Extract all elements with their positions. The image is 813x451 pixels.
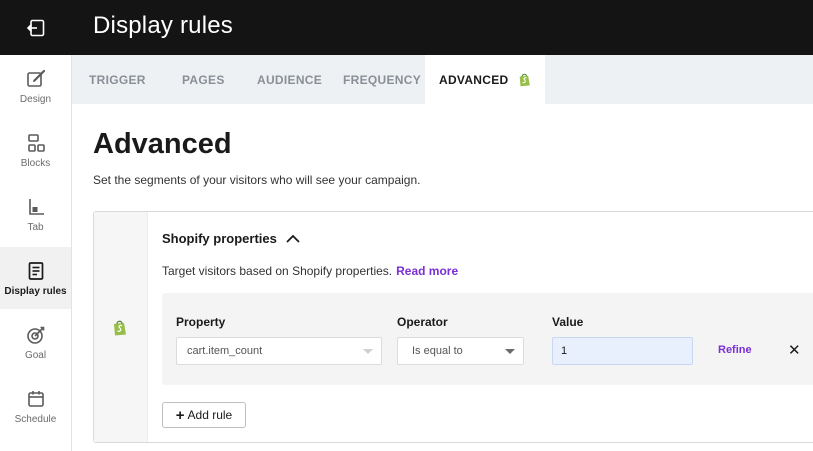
page-title: Advanced <box>93 128 232 160</box>
sidebar-item-label: Goal <box>24 349 47 361</box>
add-rule-button[interactable]: + Add rule <box>162 402 246 428</box>
sidebar-item-label: Blocks <box>20 157 51 169</box>
shopify-bag-icon <box>519 73 530 87</box>
sidebar-item-label: Display rules <box>4 285 67 297</box>
exit-button[interactable] <box>0 0 72 55</box>
top-header: Display rules <box>72 0 813 55</box>
tab-trigger[interactable]: TRIGGER <box>89 55 146 104</box>
tab-bar: TRIGGER PAGES AUDIENCE FREQUENCY ADVANCE… <box>72 55 813 104</box>
tab-advanced[interactable]: ADVANCED <box>425 55 545 104</box>
schedule-icon <box>25 388 47 410</box>
sidebar-item-schedule[interactable]: Schedule <box>0 375 71 437</box>
add-rule-label: Add rule <box>187 408 233 422</box>
plus-icon: + <box>175 406 185 424</box>
value-input-text: 1 <box>561 345 568 357</box>
tab-pages[interactable]: PAGES <box>182 55 225 104</box>
operator-select-value: Is equal to <box>412 345 463 357</box>
operator-select[interactable]: Is equal to <box>397 337 524 365</box>
tab-advanced-label: ADVANCED <box>439 72 509 87</box>
property-label: Property <box>176 315 226 329</box>
left-rail: Design Blocks Tab Display rules Goal Sch… <box>0 0 72 451</box>
value-label: Value <box>552 315 584 329</box>
section-title: Shopify properties <box>162 231 277 246</box>
read-more-link[interactable]: Read more <box>396 264 458 278</box>
rule-row: Property cart.item_count Operator Is equ… <box>162 293 813 385</box>
chevron-up-icon <box>286 234 300 243</box>
design-icon <box>25 68 47 90</box>
shopify-properties-card: Shopify properties Target visitors based… <box>93 211 813 443</box>
sidebar-item-blocks[interactable]: Blocks <box>0 119 71 181</box>
shopify-bag-icon <box>114 320 126 336</box>
sidebar-item-display-rules[interactable]: Display rules <box>0 247 71 309</box>
page-header-title: Display rules <box>93 12 233 39</box>
display-rules-icon <box>25 260 47 282</box>
sidebar-item-label: Schedule <box>14 413 57 425</box>
sidebar-item-label: Design <box>19 93 52 105</box>
close-icon[interactable]: ✕ <box>788 343 801 358</box>
page-subtitle: Set the segments of your visitors who wi… <box>93 173 421 187</box>
card-side-strip <box>94 212 148 442</box>
goal-icon <box>25 324 47 346</box>
operator-label: Operator <box>397 315 448 329</box>
tab-frequency[interactable]: FREQUENCY <box>343 55 421 104</box>
sidebar-item-goal[interactable]: Goal <box>0 311 71 373</box>
section-description: Target visitors based on Shopify propert… <box>162 264 458 278</box>
section-description-text: Target visitors based on Shopify propert… <box>162 264 393 278</box>
chevron-down-icon <box>505 349 515 354</box>
tab-icon <box>25 196 47 218</box>
sidebar-item-design[interactable]: Design <box>0 55 71 117</box>
exit-icon <box>26 19 45 36</box>
refine-link[interactable]: Refine <box>718 344 752 356</box>
blocks-icon <box>25 132 47 154</box>
section-toggle[interactable]: Shopify properties <box>162 231 300 246</box>
property-select-value: cart.item_count <box>187 345 263 357</box>
sidebar-item-label: Tab <box>27 221 44 233</box>
chevron-down-icon <box>363 349 373 354</box>
value-input[interactable]: 1 <box>552 337 693 365</box>
tab-audience[interactable]: AUDIENCE <box>257 55 322 104</box>
property-select[interactable]: cart.item_count <box>176 337 382 365</box>
sidebar-item-tab[interactable]: Tab <box>0 183 71 245</box>
